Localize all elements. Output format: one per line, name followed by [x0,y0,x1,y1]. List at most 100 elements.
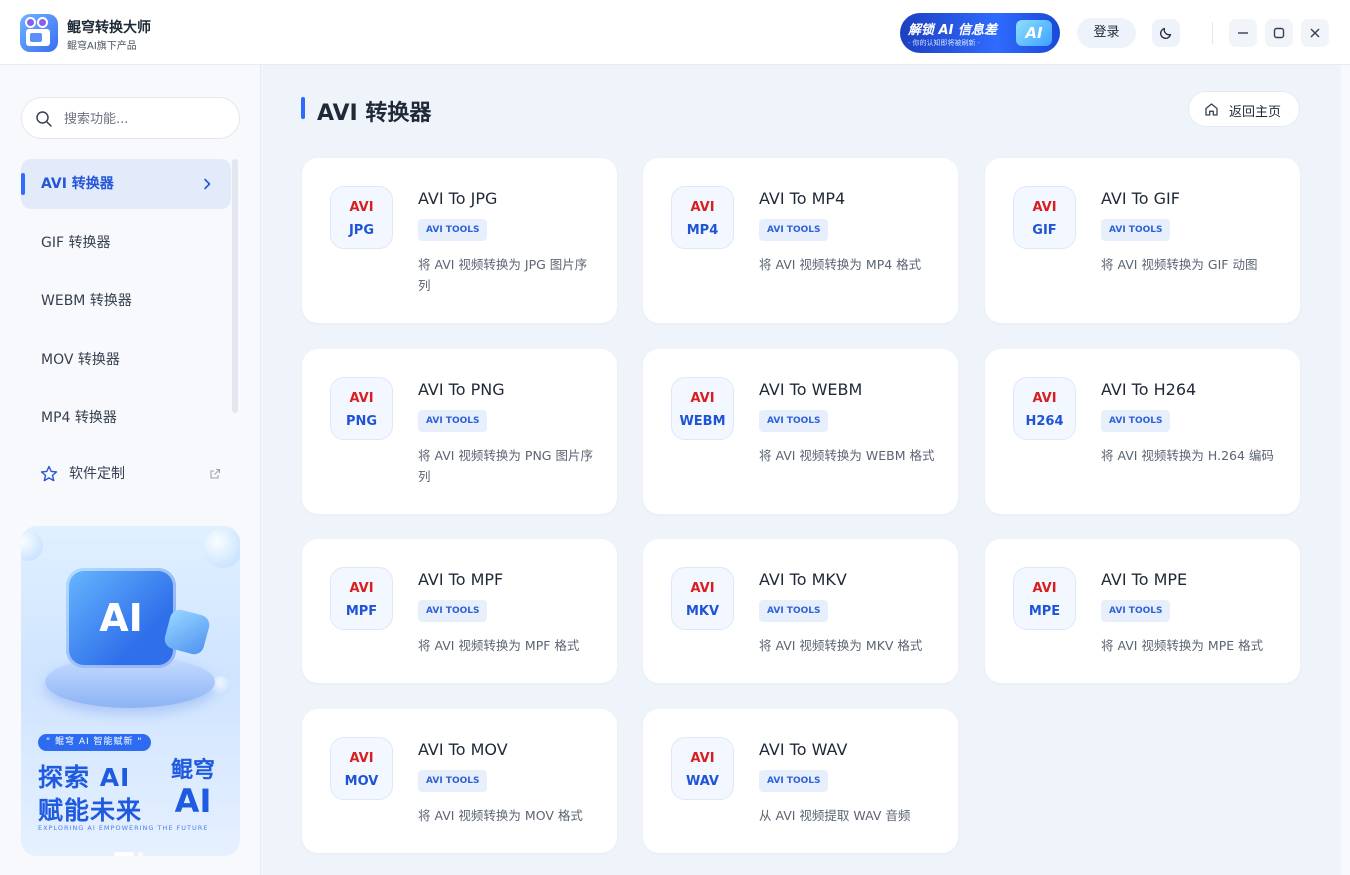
tool-card-avi-mpf[interactable]: AVI MPF AVI To MPF AVI TOOLS 将 AVI 视频转换为… [302,539,617,683]
close-icon [1310,28,1320,38]
source-format: AVI [349,751,374,766]
card-tag: AVI TOOLS [1101,219,1171,241]
sidebar-item-custom[interactable]: 软件定制 [21,448,231,500]
card-description: 将 AVI 视频转换为 WEBM 格式 [759,448,935,463]
tool-card-avi-gif[interactable]: AVI GIF AVI To GIF AVI TOOLS 将 AVI 视频转换为… [985,158,1300,323]
card-tag: AVI TOOLS [1101,600,1171,622]
minimize-icon [1238,32,1248,34]
card-description: 将 AVI 视频转换为 MPE 格式 [1101,638,1264,653]
sidebar-item-gif[interactable]: GIF 转换器 [21,218,231,268]
sidebar-item-mp4[interactable]: MP4 转换器 [21,393,231,443]
ad-brand: 鲲穹 AI [171,758,216,820]
target-format: GIF [1032,223,1057,238]
app-logo-icon [20,14,58,52]
card-title: AVI To WAV [759,740,848,759]
format-badge: AVI MPE [1013,567,1076,630]
back-home-label: 返回主页 [1229,105,1282,120]
search-icon [36,111,52,127]
card-description: 将 AVI 视频转换为 PNG 图片序列 [418,448,593,484]
close-button[interactable] [1301,19,1329,47]
promo-title: 解锁 AI 信息差 [908,23,997,38]
sidebar-item-webm[interactable]: WEBM 转换器 [21,276,231,326]
bubble-decoration [21,531,43,561]
carousel-dot-active[interactable] [114,852,134,856]
sidebar-item-mov[interactable]: MOV 转换器 [21,335,231,385]
bubble-decoration [203,528,240,568]
card-title: AVI To GIF [1101,189,1180,208]
tool-card-avi-wav[interactable]: AVI WAV AVI To WAV AVI TOOLS 从 AVI 视频提取 … [643,709,958,853]
card-description: 将 AVI 视频转换为 MP4 格式 [759,257,922,272]
star-icon [40,465,58,482]
main-content: AVI 转换器 返回主页 AVI JPG AVI To JPG AVI TOOL… [261,65,1341,875]
search-input[interactable] [64,109,224,129]
card-description: 将 AVI 视频转换为 GIF 动图 [1101,257,1258,272]
promo-ad-card[interactable]: AI " 鲲穹 AI 智能赋新 " 探索 AI 赋能未来 鲲穹 AI EXPLO… [21,526,240,856]
ai-cube-illustration: AI [66,568,176,668]
format-badge: AVI H264 [1013,377,1076,440]
source-format: AVI [1032,581,1057,596]
tool-card-avi-png[interactable]: AVI PNG AVI To PNG AVI TOOLS 将 AVI 视频转换为… [302,349,617,514]
format-badge: AVI MP4 [671,186,734,249]
title-accent-bar [301,97,305,119]
card-title: AVI To MKV [759,570,847,589]
ad-brand-top: 鲲穹 [171,758,216,783]
login-button[interactable]: 登录 [1077,18,1136,48]
source-format: AVI [690,391,715,406]
source-format: AVI [690,200,715,215]
promo-subtitle: · 你的认知即将被刷新 · [908,39,980,47]
card-title: AVI To MOV [418,740,508,759]
card-tag: AVI TOOLS [759,410,829,432]
source-format: AVI [349,391,374,406]
target-format: PNG [345,414,378,429]
card-tag: AVI TOOLS [418,410,488,432]
target-format: H264 [1025,414,1064,429]
tool-card-avi-mp4[interactable]: AVI MP4 AVI To MP4 AVI TOOLS 将 AVI 视频转换为… [643,158,958,323]
app-subtitle: 鲲穹AI旗下产品 [67,41,137,52]
card-tag: AVI TOOLS [418,219,488,241]
target-format: MP4 [686,223,719,238]
sidebar-scrollbar[interactable] [232,159,238,413]
source-format: AVI [349,581,374,596]
card-title: AVI To MP4 [759,189,846,208]
source-format: AVI [690,751,715,766]
maximize-icon [1273,27,1285,39]
format-badge: AVI MKV [671,567,734,630]
card-description: 将 AVI 视频转换为 JPG 图片序列 [418,257,588,293]
theme-toggle-button[interactable] [1152,19,1180,47]
carousel-dot[interactable] [138,852,143,856]
ad-english-slogan: EXPLORING AI EMPOWERING THE FUTURE [38,824,209,832]
target-format: MKV [685,604,720,619]
format-badge: AVI WAV [671,737,734,800]
card-tag: AVI TOOLS [759,770,829,792]
ad-headline-1: 探索 AI [38,763,131,792]
tool-card-avi-h264[interactable]: AVI H264 AVI To H264 AVI TOOLS 将 AVI 视频转… [985,349,1300,514]
target-format: WAV [686,774,719,789]
tool-card-avi-mov[interactable]: AVI MOV AVI To MOV AVI TOOLS 将 AVI 视频转换为… [302,709,617,853]
ad-brand-ai: AI [174,782,212,820]
tool-card-avi-mpe[interactable]: AVI MPE AVI To MPE AVI TOOLS 将 AVI 视频转换为… [985,539,1300,683]
title-bar: 鲲穹转换大师 鲲穹AI旗下产品 解锁 AI 信息差 · 你的认知即将被刷新 · … [0,0,1350,65]
sidebar-item-avi[interactable]: AVI 转换器 [21,159,231,209]
source-format: AVI [349,200,374,215]
promo-ai-badge: AI [1016,20,1052,46]
sidebar-item-label: AVI 转换器 [41,176,114,192]
card-description: 将 AVI 视频转换为 MKV 格式 [759,638,923,653]
ad-cube-text: AI [99,596,143,640]
back-home-button[interactable]: 返回主页 [1188,91,1300,127]
promo-banner[interactable]: 解锁 AI 信息差 · 你的认知即将被刷新 · AI [900,13,1060,53]
tool-card-avi-mkv[interactable]: AVI MKV AVI To MKV AVI TOOLS 将 AVI 视频转换为… [643,539,958,683]
card-title: AVI To MPF [418,570,504,589]
carousel-dots[interactable] [114,842,147,856]
custom-label: 软件定制 [69,466,125,482]
minimize-button[interactable] [1229,19,1257,47]
home-icon [1205,103,1218,116]
tool-card-avi-webm[interactable]: AVI WEBM AVI To WEBM AVI TOOLS 将 AVI 视频转… [643,349,958,514]
format-badge: AVI PNG [330,377,393,440]
moon-icon [1160,27,1172,39]
search-box[interactable] [21,97,240,139]
sidebar-item-label: MOV 转换器 [41,352,120,368]
maximize-button[interactable] [1265,19,1293,47]
card-description: 将 AVI 视频转换为 MOV 格式 [418,808,583,823]
tool-card-avi-jpg[interactable]: AVI JPG AVI To JPG AVI TOOLS 将 AVI 视频转换为… [302,158,617,323]
card-title: AVI To JPG [418,189,498,208]
